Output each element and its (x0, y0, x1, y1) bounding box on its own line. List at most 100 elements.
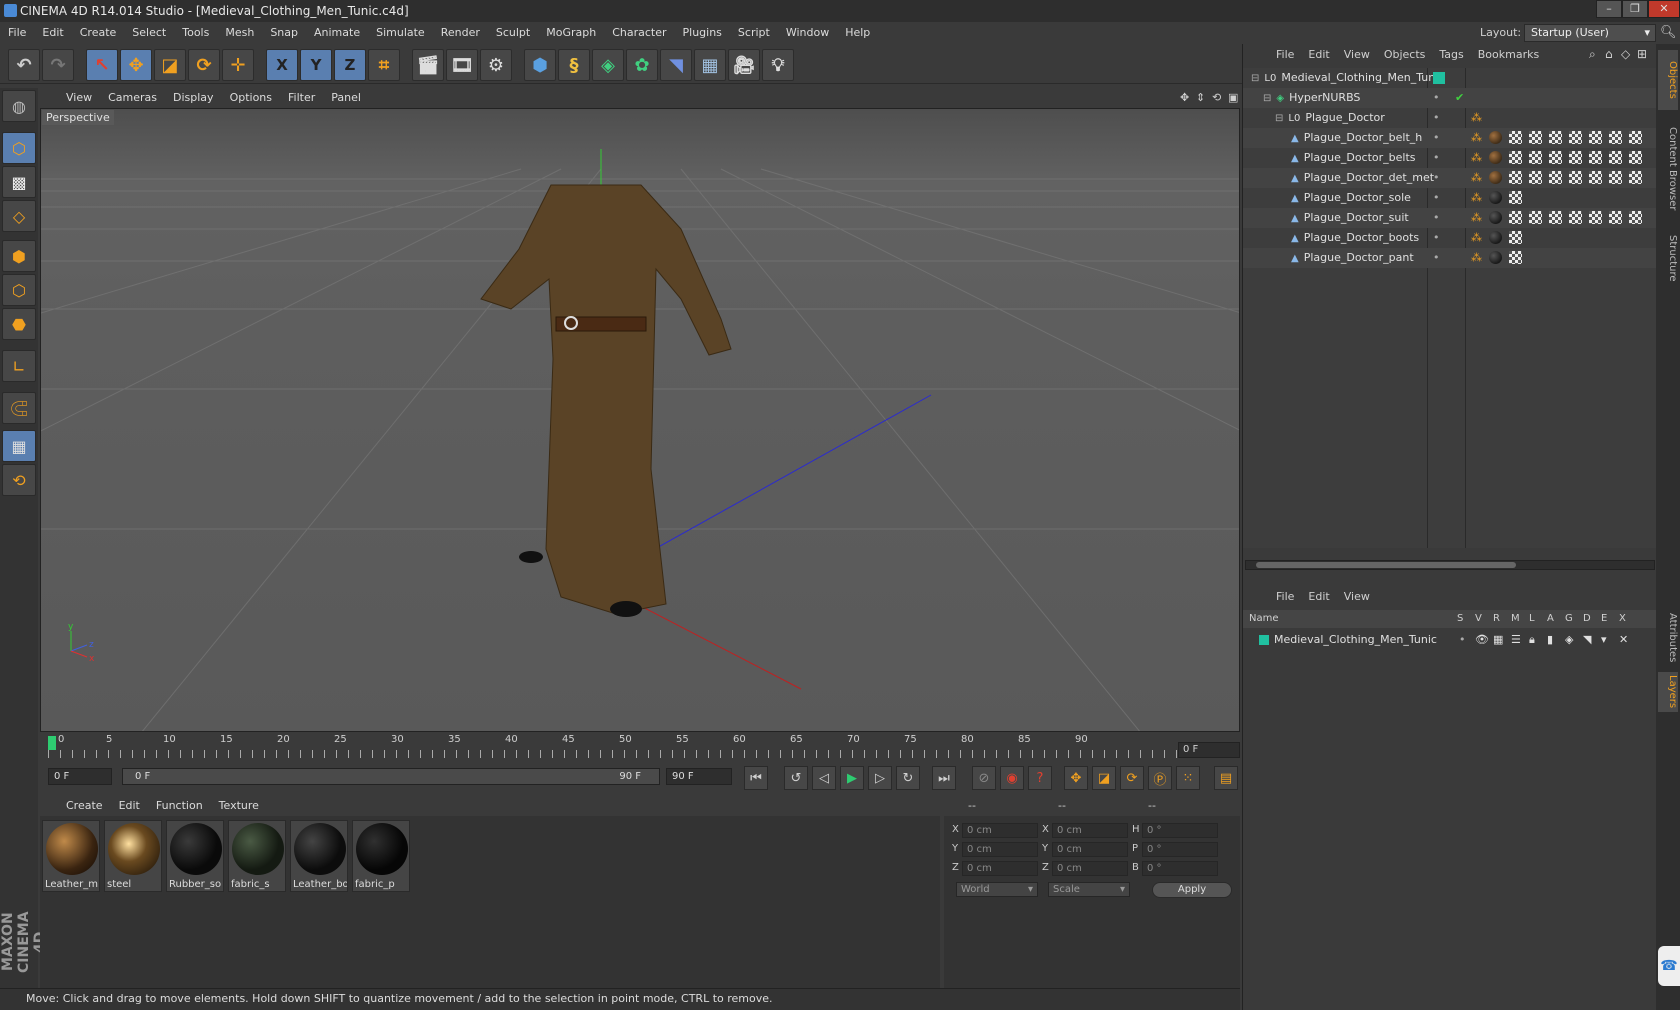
make-editable-icon[interactable]: ◍ (2, 90, 36, 122)
timeline-ruler[interactable]: 0 5 10 15 20 25 30 35 40 45 50 55 60 65 … (40, 734, 1240, 762)
phong-tag-icon[interactable]: ⁂ (1471, 128, 1482, 148)
object-list-scrollbar[interactable] (1245, 560, 1655, 570)
visibility-dot-icon[interactable]: • (1433, 108, 1440, 128)
timeline-playhead[interactable] (48, 736, 56, 750)
material-menu-create[interactable]: Create (40, 796, 111, 816)
menu-snap[interactable]: Snap (262, 22, 306, 44)
object-row[interactable]: ▲ Plague_Doctor_belts • ⁂ (1243, 148, 1657, 168)
live-selection-button[interactable]: ↖ (86, 49, 118, 81)
viewport-maximize-icon[interactable]: ▣ (1228, 88, 1238, 108)
objects-menu-file[interactable]: File (1269, 44, 1301, 66)
object-row[interactable]: ⊟ ◈ HyperNURBS • ✔ (1243, 88, 1657, 108)
uvw-tag-icon[interactable] (1629, 171, 1642, 184)
layers-menu-edit[interactable]: Edit (1301, 586, 1336, 608)
y-axis-lock-button[interactable]: Y (300, 49, 332, 81)
uvw-tag-icon[interactable] (1609, 211, 1622, 224)
tab-structure[interactable]: Structure (1658, 228, 1678, 288)
polygons-mode-icon[interactable]: ⬣ (2, 308, 36, 340)
visibility-dot-icon[interactable]: • (1433, 168, 1440, 188)
phong-tag-icon[interactable]: ⁂ (1471, 168, 1482, 188)
material-tag-icon[interactable] (1489, 171, 1502, 184)
menu-tools[interactable]: Tools (174, 22, 217, 44)
material-swatch[interactable]: Leather_m (42, 820, 100, 892)
object-row[interactable]: ▲ Plague_Doctor_sole • ⁂ (1243, 188, 1657, 208)
layer-generators-icon[interactable]: ◈ (1565, 630, 1573, 650)
material-tag-icon[interactable] (1489, 191, 1502, 204)
viewport-menu-view[interactable]: View (40, 88, 100, 108)
play-forward-icon[interactable]: ▶ (840, 766, 864, 790)
go-to-end-icon[interactable]: ⏭ (932, 766, 956, 790)
start-frame-field[interactable]: 0 F (48, 768, 112, 785)
x-axis-lock-button[interactable]: X (266, 49, 298, 81)
undo-button[interactable]: ↶ (8, 49, 40, 81)
objects-menu-tags[interactable]: Tags (1432, 44, 1470, 66)
size-mode-select[interactable]: Scale ▾ (1048, 882, 1130, 897)
material-swatch[interactable]: Rubber_so (166, 820, 224, 892)
phong-tag-icon[interactable]: ⁂ (1471, 248, 1482, 268)
menu-animate[interactable]: Animate (306, 22, 368, 44)
size-x-field[interactable]: 0 cm (1052, 823, 1128, 838)
collapse-icon[interactable]: ⊟ (1263, 89, 1271, 109)
menu-help[interactable]: Help (837, 22, 878, 44)
uvw-tag-icon[interactable] (1529, 211, 1542, 224)
search-icon[interactable]: ⌕ (1589, 47, 1596, 62)
record-parameter-icon[interactable]: Ⓟ (1148, 766, 1172, 790)
deformer-icon[interactable]: ◥ (660, 49, 692, 81)
go-to-next-key-icon[interactable]: ↻ (896, 766, 920, 790)
layer-view-icon[interactable]: 👁︎ (1475, 630, 1489, 650)
points-mode-icon[interactable]: ⬢ (2, 240, 36, 272)
menu-file[interactable]: File (0, 22, 34, 44)
search-icon[interactable]: 🔍︎ (1660, 25, 1677, 40)
layer-deformers-icon[interactable]: ◥ (1583, 630, 1591, 650)
material-tag-icon[interactable] (1489, 151, 1502, 164)
record-keys-icon[interactable]: ⊘ (972, 766, 996, 790)
object-row[interactable]: ▲ Plague_Doctor_pant • ⁂ (1243, 248, 1657, 268)
layer-lock-icon[interactable]: 🔒︎ (1529, 630, 1535, 650)
timeline-window-icon[interactable]: ▤ (1214, 766, 1238, 790)
cube-object-icon[interactable]: ⬢ (524, 49, 556, 81)
record-scale-icon[interactable]: ◪ (1092, 766, 1116, 790)
layer-animation-icon[interactable]: ▮ (1547, 630, 1553, 650)
eye-icon[interactable]: ◇ (1621, 47, 1630, 61)
visibility-dot-icon[interactable]: • (1433, 228, 1440, 248)
home-icon[interactable]: ⌂ (1605, 47, 1613, 61)
collapse-icon[interactable]: ⊟ (1275, 109, 1283, 129)
uvw-tag-icon[interactable] (1509, 131, 1522, 144)
layers-menu-file[interactable]: File (1269, 586, 1301, 608)
viewport-move-icon[interactable]: ✥ (1180, 88, 1189, 108)
rot-p-field[interactable]: 0 ° (1142, 842, 1218, 857)
spline-object-icon[interactable]: § (558, 49, 590, 81)
phong-tag-icon[interactable]: ⁂ (1471, 188, 1482, 208)
uvw-tag-icon[interactable] (1509, 171, 1522, 184)
scrollbar-thumb[interactable] (1256, 562, 1516, 568)
current-frame-field[interactable]: 0 F (1178, 742, 1240, 758)
uvw-tag-icon[interactable] (1549, 131, 1562, 144)
z-axis-lock-button[interactable]: Z (334, 49, 366, 81)
material-swatch[interactable]: steel (104, 820, 162, 892)
layer-solo-icon[interactable]: • (1459, 630, 1466, 650)
uvw-tag-icon[interactable] (1549, 171, 1562, 184)
uvw-tag-icon[interactable] (1609, 171, 1622, 184)
enabled-check-icon[interactable]: ✔ (1455, 88, 1464, 108)
uvw-tag-icon[interactable] (1509, 231, 1522, 244)
transform-tool-button[interactable]: ✛ (222, 49, 254, 81)
phong-tag-icon[interactable]: ⁂ (1471, 108, 1482, 128)
phong-tag-icon[interactable]: ⁂ (1471, 148, 1482, 168)
menu-character[interactable]: Character (604, 22, 674, 44)
render-picture-viewer-button[interactable]: 🎞︎ (446, 49, 478, 81)
pos-x-field[interactable]: 0 cm (962, 823, 1038, 838)
record-point-level-icon[interactable]: ⁙ (1176, 766, 1200, 790)
menu-edit[interactable]: Edit (34, 22, 71, 44)
frame-range-slider[interactable]: 0 F 90 F (122, 768, 660, 785)
uvw-tag-icon[interactable] (1569, 131, 1582, 144)
layers-menu-view[interactable]: View (1337, 586, 1377, 608)
material-tag-icon[interactable] (1489, 231, 1502, 244)
objects-menu-bookmarks[interactable]: Bookmarks (1471, 44, 1546, 66)
viewport-rotate-icon[interactable]: ⟲ (1212, 88, 1221, 108)
render-view-button[interactable]: 🎬︎ (412, 49, 444, 81)
camera-object-icon[interactable]: 🎥︎ (728, 49, 760, 81)
uvw-tag-icon[interactable] (1629, 151, 1642, 164)
support-chat-icon[interactable]: ☎ (1658, 946, 1680, 986)
uvw-tag-icon[interactable] (1589, 151, 1602, 164)
menu-create[interactable]: Create (72, 22, 125, 44)
